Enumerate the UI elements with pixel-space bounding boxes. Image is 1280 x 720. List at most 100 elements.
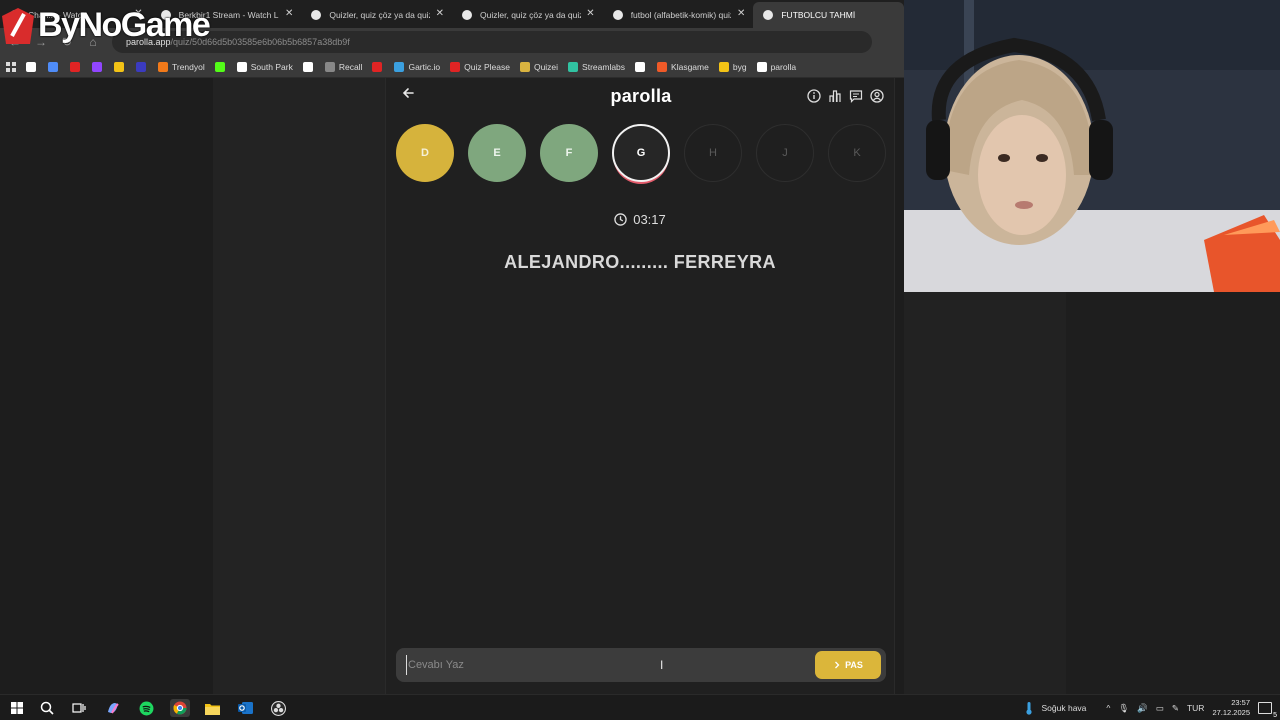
browser-tab[interactable]: FUTBOLCU TAHMİ — [753, 2, 905, 28]
notification-icon[interactable]: 5 — [1258, 702, 1277, 719]
tab-close-icon[interactable]: ✕ — [134, 8, 142, 19]
bookmark-item[interactable]: Gartic.io — [394, 61, 441, 72]
letter-h: H — [684, 124, 742, 182]
weather-text[interactable]: Soğuk hava — [1042, 703, 1087, 713]
clock[interactable]: 23:57 27.12.2025 — [1212, 698, 1250, 718]
bookmarks-bar: Trendyol South Park Recall Gartic.io Quiz Pl… — [0, 56, 904, 78]
bookmark-item[interactable]: Streamlabs — [568, 61, 625, 72]
bookmark-item[interactable] — [70, 61, 84, 72]
bookmark-label: Gartic.io — [408, 61, 441, 72]
bookmark-item[interactable] — [48, 61, 62, 72]
comments-icon[interactable] — [849, 89, 863, 103]
bookmark-label: Recall — [338, 61, 363, 72]
bookmark-item[interactable]: Klasgame — [657, 61, 709, 72]
left-margin — [0, 78, 213, 694]
bookmark-item[interactable]: byg — [718, 61, 747, 72]
language-indicator[interactable]: TUR — [1187, 703, 1204, 713]
bookmark-favicon-icon — [136, 61, 146, 72]
obs-icon[interactable] — [269, 699, 287, 717]
outlook-icon[interactable] — [236, 699, 254, 717]
webcam-image — [904, 0, 1280, 292]
bookmark-favicon-icon — [718, 61, 729, 72]
url-bar[interactable]: parolla.app/quiz/50d66d5b03585e6b06b5b68… — [112, 31, 872, 53]
bookmark-item[interactable] — [136, 61, 150, 72]
copilot-icon[interactable] — [104, 699, 122, 717]
apps-grid-icon[interactable] — [6, 61, 16, 72]
clock-date: 27.12.2025 — [1212, 708, 1250, 717]
bookmark-label: Quiz Please — [464, 61, 510, 72]
bookmark-item[interactable] — [26, 61, 40, 72]
network-icon[interactable]: ▭ — [1156, 703, 1164, 714]
bookmark-item[interactable]: Quiz Please — [450, 61, 510, 72]
bookmark-favicon-icon — [214, 61, 225, 72]
user-icon[interactable] — [870, 89, 884, 103]
taskbar: Soğuk hava ^ 🎙 🔊 ▭ ✎ TUR 23:57 27.12.202… — [0, 694, 1280, 720]
web-page: parolla DEFGHJK 03:17 ALEJANDRO.........… — [0, 78, 904, 694]
letter-j: J — [756, 124, 814, 182]
bookmark-item[interactable] — [635, 61, 649, 72]
letter-g: G — [612, 124, 670, 182]
tab-close-icon[interactable]: ✕ — [285, 8, 293, 19]
bookmark-item[interactable] — [214, 61, 229, 72]
bookmark-item[interactable] — [302, 61, 317, 72]
back-nav-icon[interactable]: ← — [4, 31, 26, 53]
browser-tab[interactable]: Chan... - Watch ✕ — [0, 2, 151, 28]
tab-favicon-icon — [462, 10, 473, 20]
pen-icon[interactable]: ✎ — [1172, 703, 1179, 714]
browser-tab[interactable]: Quizler, quiz çöz ya da quiz olu ✕ — [301, 2, 452, 28]
side-panel — [213, 78, 385, 694]
bookmark-favicon-icon — [158, 61, 168, 72]
bookmark-item[interactable]: Recall — [324, 61, 363, 72]
webcam-feed — [904, 0, 1280, 292]
pass-label: PAS — [845, 660, 863, 670]
tray-chevron-icon[interactable]: ^ — [1106, 703, 1110, 713]
spotify-icon[interactable] — [137, 699, 155, 717]
microphone-icon[interactable]: 🎙 — [1118, 703, 1129, 714]
pass-button[interactable]: PAS — [815, 651, 881, 679]
bookmark-item[interactable]: parolla — [756, 61, 797, 72]
browser-tab[interactable]: Quizler, quiz çöz ya da quiz olu ✕ — [452, 2, 603, 28]
bookmark-item[interactable]: Quizei — [519, 61, 559, 72]
tab-close-icon[interactable]: ✕ — [586, 8, 594, 19]
bookmark-item[interactable] — [114, 61, 128, 72]
tab-favicon-icon — [612, 10, 623, 20]
forward-nav-icon[interactable]: → — [30, 31, 52, 53]
answer-input[interactable] — [406, 655, 786, 675]
browser-tab[interactable]: Berkbir1 Stream - Watch Live o ✕ — [151, 2, 302, 28]
app-header: parolla — [386, 78, 896, 114]
bookmark-item[interactable] — [372, 61, 386, 72]
timer-value: 03:17 — [633, 212, 666, 227]
file-explorer-icon[interactable] — [203, 699, 221, 717]
bookmark-item[interactable] — [92, 61, 106, 72]
bookmark-item[interactable]: Trendyol — [158, 61, 205, 72]
home-icon[interactable]: ⌂ — [82, 31, 104, 53]
search-icon[interactable] — [38, 699, 56, 717]
browser-tab[interactable]: futbol (alfabetik-komik) quiz - ✕ — [603, 2, 754, 28]
tab-label: Quizler, quiz çöz ya da quiz olu — [329, 10, 430, 20]
bookmark-item[interactable]: South Park — [236, 61, 293, 72]
tab-label: Chan... - Watch — [28, 10, 87, 20]
letter-f: F — [540, 124, 598, 182]
question-text: ALEJANDRO......... FERREYRA — [504, 252, 776, 272]
volume-icon[interactable]: 🔊 — [1137, 703, 1148, 714]
letter-wheel: DEFGHJK — [396, 124, 886, 182]
thermometer-icon — [1025, 702, 1032, 715]
system-tray: Soğuk hava ^ 🎙 🔊 ▭ ✎ TUR 23:57 27.12.202… — [1024, 695, 1277, 720]
bookmark-label: Klasgame — [671, 61, 709, 72]
bookmark-favicon-icon — [92, 61, 102, 72]
task-view-icon[interactable] — [70, 699, 88, 717]
bookmark-label: parolla — [770, 61, 797, 72]
bookmark-favicon-icon — [324, 61, 335, 72]
bookmark-label: Quizei — [533, 61, 559, 72]
chrome-icon[interactable] — [170, 699, 190, 717]
url-path: /quiz/50d66d5b03585e6b06b5b6857a38db9f — [170, 37, 350, 47]
reload-icon[interactable]: ↻ — [56, 31, 78, 53]
text-cursor-icon: I — [660, 658, 664, 672]
info-icon[interactable] — [807, 89, 821, 103]
stats-icon[interactable] — [828, 89, 842, 103]
windows-start-icon[interactable] — [8, 699, 26, 717]
tab-close-icon[interactable]: ✕ — [737, 8, 745, 19]
tab-close-icon[interactable]: ✕ — [436, 8, 444, 19]
chevron-right-icon — [835, 661, 840, 669]
browser-toolbar: ← → ↻ ⌂ parolla.app/quiz/50d66d5b03585e6… — [0, 28, 904, 56]
